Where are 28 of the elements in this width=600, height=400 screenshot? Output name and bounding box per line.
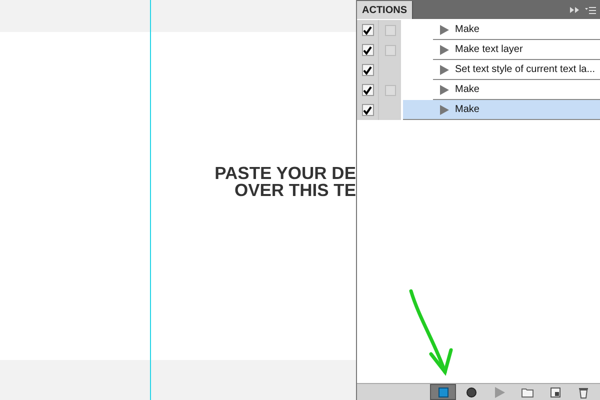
collapse-icon[interactable] [570,7,579,13]
checkmark-icon [363,66,372,74]
trash-icon [576,386,590,398]
checkbox[interactable] [362,24,374,36]
canvas-text: OVER THIS TE [234,182,356,199]
action-step-row[interactable]: Make text layer [433,40,600,60]
panel-tab[interactable]: ACTIONS [357,1,413,19]
checkbox[interactable] [362,84,374,96]
menu-icon[interactable] [585,6,596,14]
canvas-text: PASTE YOUR DE [214,165,356,182]
action-step-row[interactable]: Set text style of current text la... [433,60,600,80]
checkbox[interactable] [362,64,374,76]
folder-icon [520,386,534,398]
action-step-row[interactable]: Make [403,100,600,120]
dialog-toggle[interactable] [384,84,396,96]
checkmark-icon [363,46,372,54]
new-icon [548,386,562,398]
checkmark-icon [363,106,372,114]
record-icon [464,386,478,398]
stop-icon [436,386,450,398]
checkbox[interactable] [362,104,374,116]
action-step-row[interactable]: Make [433,20,600,40]
checkmark-icon [363,86,372,94]
checkbox[interactable] [362,44,374,56]
play-icon [492,386,506,398]
dialog-toggle[interactable] [384,44,396,56]
dialog-toggle[interactable] [384,24,396,36]
checkmark-icon [363,26,372,34]
